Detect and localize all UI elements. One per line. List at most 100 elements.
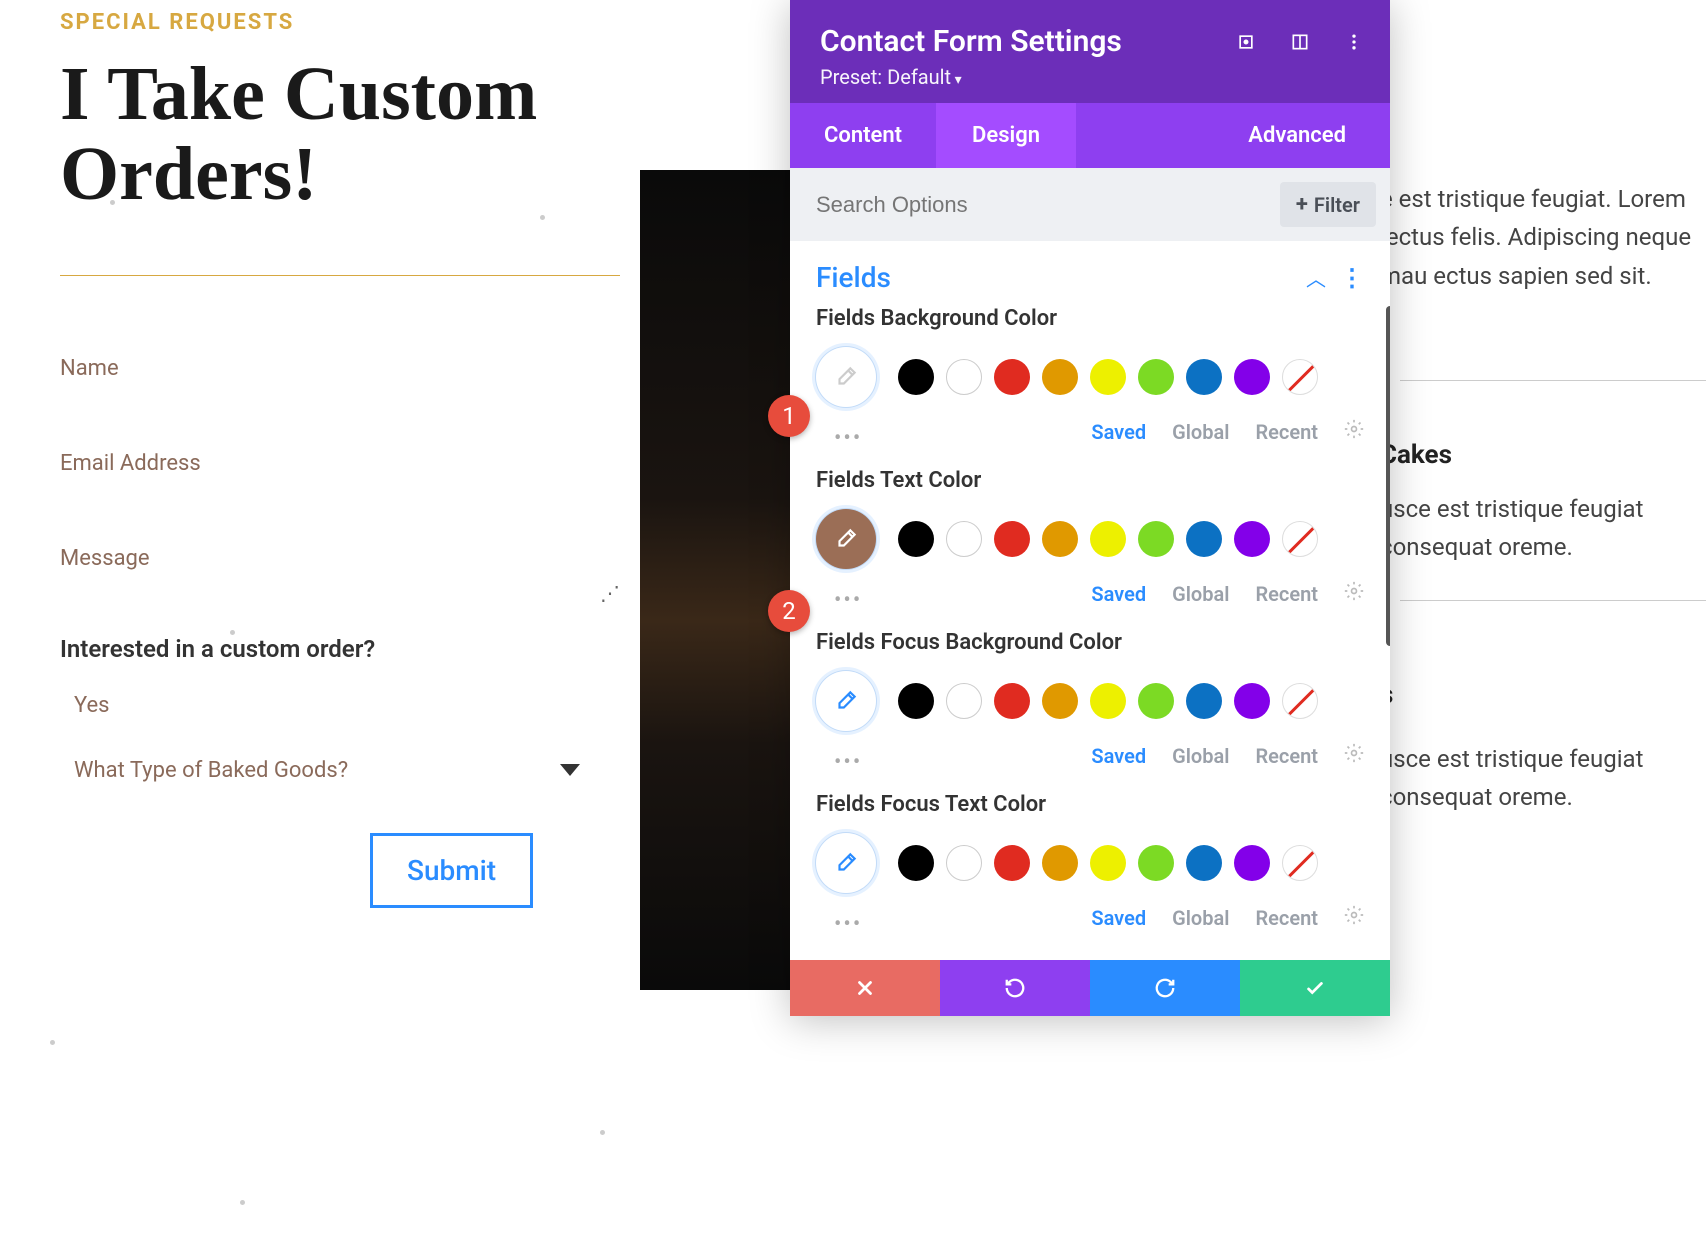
color-swatch[interactable] [1138, 845, 1174, 881]
cancel-button[interactable] [790, 960, 940, 1016]
deco-dot [540, 215, 545, 220]
color-swatch[interactable] [1090, 683, 1126, 719]
deco-dot [240, 1200, 245, 1205]
step-badge-2: 2 [768, 590, 810, 632]
field-group-label: Fields Text Color [816, 468, 1364, 493]
color-swatch[interactable] [1042, 845, 1078, 881]
gear-icon[interactable] [1344, 905, 1364, 930]
color-swatch[interactable] [946, 683, 982, 719]
recent-tab[interactable]: Recent [1255, 420, 1318, 444]
color-swatch[interactable] [1090, 359, 1126, 395]
color-swatch[interactable] [1234, 683, 1270, 719]
color-swatch[interactable] [994, 683, 1030, 719]
search-input[interactable] [816, 192, 1280, 218]
swatch-footer: Saved Global Recent [862, 905, 1364, 930]
color-picker-button[interactable] [816, 833, 876, 893]
color-swatch[interactable] [1282, 683, 1318, 719]
eyebrow-text: SPECIAL REQUESTS [60, 10, 620, 35]
tab-design[interactable]: Design [936, 103, 1076, 168]
color-swatch[interactable] [898, 521, 934, 557]
filter-button[interactable]: +Filter [1280, 182, 1376, 227]
message-label: Message [60, 546, 150, 571]
saved-tab[interactable]: Saved [1091, 582, 1146, 606]
color-swatch[interactable] [1186, 521, 1222, 557]
color-swatch[interactable] [1186, 683, 1222, 719]
expand-icon[interactable] [1234, 30, 1258, 54]
color-swatch[interactable] [1138, 683, 1174, 719]
saved-tab[interactable]: Saved [1091, 744, 1146, 768]
color-picker-button[interactable] [816, 509, 876, 569]
color-swatch[interactable] [946, 521, 982, 557]
color-swatch[interactable] [1282, 845, 1318, 881]
color-swatch[interactable] [1186, 845, 1222, 881]
color-swatch[interactable] [1042, 683, 1078, 719]
subhead-cakes: Cakes [1380, 440, 1452, 470]
more-icon[interactable] [1342, 30, 1366, 54]
message-field[interactable]: Message [60, 546, 620, 571]
deco-dot [230, 630, 235, 635]
color-swatch[interactable] [898, 845, 934, 881]
color-swatch[interactable] [1234, 845, 1270, 881]
color-swatch[interactable] [994, 521, 1030, 557]
body-text-1: e est tristique feugiat. Lorem lectus fe… [1380, 180, 1706, 295]
color-picker-button[interactable] [816, 347, 876, 407]
global-tab[interactable]: Global [1172, 420, 1229, 444]
caret-down-icon [560, 764, 580, 776]
color-swatch[interactable] [1282, 521, 1318, 557]
search-row: +Filter [790, 168, 1390, 241]
resize-handle-icon[interactable]: ⋰ [600, 581, 620, 605]
color-swatch[interactable] [1042, 359, 1078, 395]
more-dots-icon[interactable]: ••• [816, 588, 862, 613]
recent-tab[interactable]: Recent [1255, 906, 1318, 930]
preset-selector[interactable]: Preset: Default [820, 65, 1360, 89]
email-field[interactable]: Email Address [60, 451, 620, 476]
section-header[interactable]: Fields ︿ ⋮ [790, 241, 1390, 306]
submit-button[interactable]: Submit [370, 833, 533, 908]
redo-button[interactable] [1090, 960, 1240, 1016]
color-swatch[interactable] [1090, 521, 1126, 557]
layout-icon[interactable] [1288, 30, 1312, 54]
recent-tab[interactable]: Recent [1255, 744, 1318, 768]
color-swatch[interactable] [1186, 359, 1222, 395]
baked-goods-dropdown[interactable]: What Type of Baked Goods? [60, 758, 620, 783]
section-more-icon[interactable]: ⋮ [1340, 264, 1364, 292]
tab-advanced[interactable]: Advanced [1212, 103, 1390, 168]
tab-content[interactable]: Content [790, 103, 936, 168]
color-swatch[interactable] [1282, 359, 1318, 395]
custom-order-answer[interactable]: Yes [60, 693, 620, 718]
name-field[interactable]: Name [60, 356, 620, 381]
color-swatch[interactable] [1138, 359, 1174, 395]
color-swatch[interactable] [946, 359, 982, 395]
body-text-3: usce est tristique feugiat consequat ore… [1380, 740, 1706, 817]
swatch-row [816, 671, 1364, 731]
color-swatch[interactable] [1090, 845, 1126, 881]
collapse-icon[interactable]: ︿ [1306, 263, 1326, 292]
gear-icon[interactable] [1344, 743, 1364, 768]
color-swatch[interactable] [994, 845, 1030, 881]
color-swatch[interactable] [1042, 521, 1078, 557]
scrollbar[interactable] [1386, 306, 1390, 646]
gear-icon[interactable] [1344, 419, 1364, 444]
more-dots-icon[interactable]: ••• [816, 750, 862, 775]
color-swatch[interactable] [946, 845, 982, 881]
saved-tab[interactable]: Saved [1091, 906, 1146, 930]
global-tab[interactable]: Global [1172, 744, 1229, 768]
color-swatch[interactable] [1138, 521, 1174, 557]
color-picker-button[interactable] [816, 671, 876, 731]
saved-tab[interactable]: Saved [1091, 420, 1146, 444]
more-dots-icon[interactable]: ••• [816, 426, 862, 451]
color-swatch[interactable] [898, 359, 934, 395]
color-swatch[interactable] [1234, 521, 1270, 557]
gear-icon[interactable] [1344, 581, 1364, 606]
global-tab[interactable]: Global [1172, 906, 1229, 930]
color-swatch[interactable] [1234, 359, 1270, 395]
recent-tab[interactable]: Recent [1255, 582, 1318, 606]
field-group: Fields Focus Background Color ••• Saved Glo… [816, 630, 1364, 782]
undo-button[interactable] [940, 960, 1090, 1016]
color-swatch[interactable] [898, 683, 934, 719]
color-swatch[interactable] [994, 359, 1030, 395]
more-dots-icon[interactable]: ••• [816, 912, 862, 937]
field-group-label: Fields Focus Background Color [816, 630, 1364, 655]
global-tab[interactable]: Global [1172, 582, 1229, 606]
save-button[interactable] [1240, 960, 1390, 1016]
